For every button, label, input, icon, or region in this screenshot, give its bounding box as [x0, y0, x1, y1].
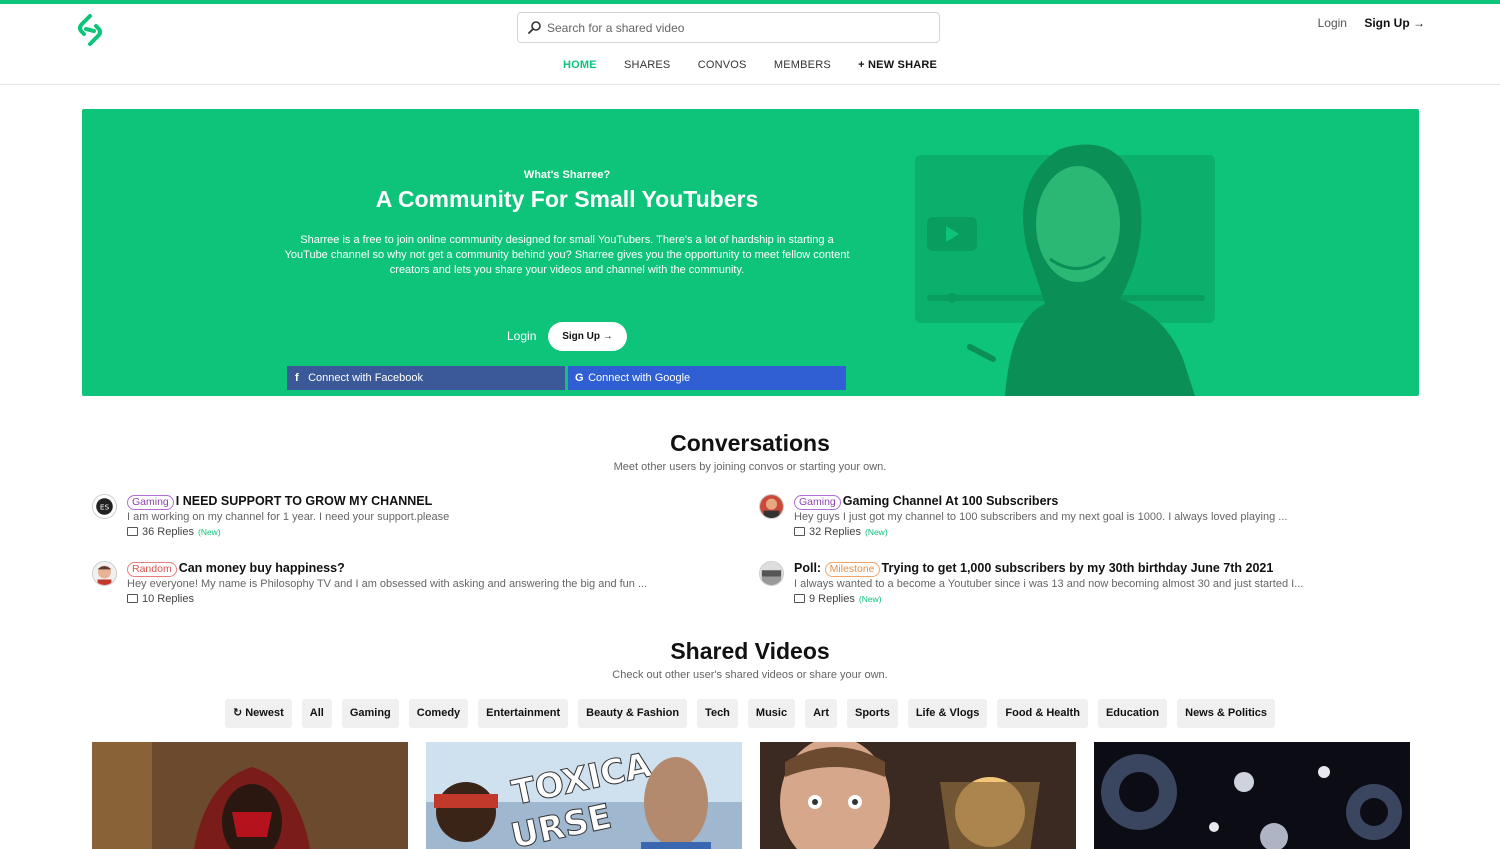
hero-kicker: What's Sharree? — [523, 169, 611, 181]
convo-tag[interactable]: Random — [127, 562, 177, 577]
convo-title[interactable]: Gaming Channel At 100 Subscribers — [843, 494, 1059, 508]
convo-replies: 9 Replies — [809, 593, 855, 605]
convo-replies: 32 Replies — [809, 526, 861, 538]
convo-excerpt: I am working on my channel for 1 year. I… — [127, 511, 450, 523]
video-thumbnail[interactable] — [92, 742, 408, 849]
new-badge: (New) — [858, 594, 882, 604]
comment-icon — [794, 594, 805, 603]
main-nav: HOME SHARES CONVOS MEMBERS + NEW SHARE — [0, 59, 1500, 71]
convo-item[interactable]: Gaming Gaming Channel At 100 Subscribers … — [759, 494, 1379, 554]
convo-item[interactable]: ES Gaming I NEED SUPPORT TO GROW MY CHANN… — [92, 494, 712, 554]
video-thumbnail[interactable]: TOXICA URSE — [426, 742, 742, 849]
convo-excerpt: Hey everyone! My name is Philosophy TV a… — [127, 578, 648, 590]
filter-all[interactable]: All — [301, 699, 332, 728]
filter-comedy[interactable]: Comedy — [408, 699, 469, 728]
connect-google-button[interactable]: G Connect with Google — [568, 366, 846, 390]
filter-gaming[interactable]: Gaming — [341, 699, 399, 728]
connect-facebook-button[interactable]: f Connect with Facebook — [287, 366, 565, 390]
search-placeholder: Search for a shared video — [547, 21, 685, 35]
shared-videos-title: Shared Videos — [670, 638, 830, 664]
nav-convos[interactable]: CONVOS — [698, 59, 747, 71]
hero-illustration — [915, 144, 1215, 396]
convo-excerpt: Hey guys I just got my channel to 100 su… — [794, 511, 1288, 523]
filter-tech[interactable]: Tech — [697, 699, 738, 728]
video-thumbnail[interactable] — [1094, 742, 1410, 849]
convo-title[interactable]: I NEED SUPPORT TO GROW MY CHANNEL — [176, 494, 433, 508]
hero-banner: What's Sharree? A Community For Small Yo… — [82, 109, 1419, 396]
nav-new-share[interactable]: + NEW SHARE — [858, 59, 937, 71]
comment-icon — [794, 527, 805, 536]
nav-home[interactable]: HOME — [563, 59, 597, 71]
convo-tag[interactable]: Milestone — [824, 562, 880, 577]
convo-item[interactable]: Random Can money buy happiness? Hey every… — [92, 561, 712, 621]
comment-icon — [127, 527, 138, 536]
filter-entertainment[interactable]: Entertainment — [478, 699, 569, 728]
nav-members[interactable]: MEMBERS — [774, 59, 831, 71]
new-badge: (New) — [864, 527, 888, 537]
header-signup-link[interactable]: Sign Up → — [1364, 16, 1425, 30]
convo-tag[interactable]: Gaming — [127, 495, 174, 510]
convo-title[interactable]: Can money buy happiness? — [179, 561, 345, 575]
svg-text:ES: ES — [100, 503, 110, 512]
convo-excerpt: I always wanted to a become a Youtuber s… — [794, 578, 1304, 590]
filter-music[interactable]: Music — [747, 699, 796, 728]
avatar: ES — [92, 494, 117, 519]
refresh-icon: ↻ — [232, 707, 246, 719]
video-thumbnail[interactable] — [760, 742, 1076, 849]
convo-replies: 10 Replies — [142, 593, 194, 605]
google-icon: G — [575, 372, 584, 384]
auth-links: Login Sign Up → — [1318, 16, 1425, 30]
filter-education[interactable]: Education — [1097, 699, 1168, 728]
hero-description: Sharree is a free to join online communi… — [284, 234, 850, 276]
hero-signup-button[interactable]: Sign Up → — [548, 322, 627, 351]
new-badge: (New) — [197, 527, 221, 537]
avatar — [92, 561, 117, 586]
sharree-logo-icon[interactable] — [74, 12, 106, 48]
header-login-link[interactable]: Login — [1318, 16, 1347, 30]
filter-beauty-fashion[interactable]: Beauty & Fashion — [578, 699, 688, 728]
filter-news-politics[interactable]: News & Politics — [1177, 699, 1276, 728]
poll-prefix: Poll: — [794, 561, 822, 575]
hero-title: A Community For Small YouTubers — [375, 186, 759, 212]
category-filters: ↻ Newest All Gaming Comedy Entertainment… — [0, 699, 1500, 728]
filter-art[interactable]: Art — [805, 699, 837, 728]
filter-food-health[interactable]: Food & Health — [997, 699, 1088, 728]
facebook-icon: f — [295, 372, 299, 384]
site-header: Search for a shared video Login Sign Up … — [0, 4, 1500, 85]
convo-title[interactable]: Trying to get 1,000 subscribers by my 30… — [882, 561, 1274, 575]
filter-sports[interactable]: Sports — [846, 699, 898, 728]
shared-videos-subtitle: Check out other user's shared videos or … — [612, 669, 888, 681]
filter-life-vlogs[interactable]: Life & Vlogs — [907, 699, 988, 728]
search-input[interactable]: Search for a shared video — [517, 12, 940, 43]
search-icon — [528, 21, 541, 34]
filter-newest[interactable]: ↻ Newest — [224, 699, 292, 728]
comment-icon — [127, 594, 138, 603]
nav-shares[interactable]: SHARES — [624, 59, 670, 71]
convo-tag[interactable]: Gaming — [794, 495, 841, 510]
google-button-label: Connect with Google — [588, 372, 691, 384]
hero-login-link[interactable]: Login — [507, 329, 536, 343]
avatar — [759, 494, 784, 519]
convo-item[interactable]: Poll: Milestone Trying to get 1,000 subsc… — [759, 561, 1379, 621]
avatar — [759, 561, 784, 586]
conversations-subtitle: Meet other users by joining convos or st… — [613, 461, 887, 473]
conversations-title: Conversations — [670, 430, 830, 456]
facebook-button-label: Connect with Facebook — [308, 372, 424, 384]
convo-replies: 36 Replies — [142, 526, 194, 538]
